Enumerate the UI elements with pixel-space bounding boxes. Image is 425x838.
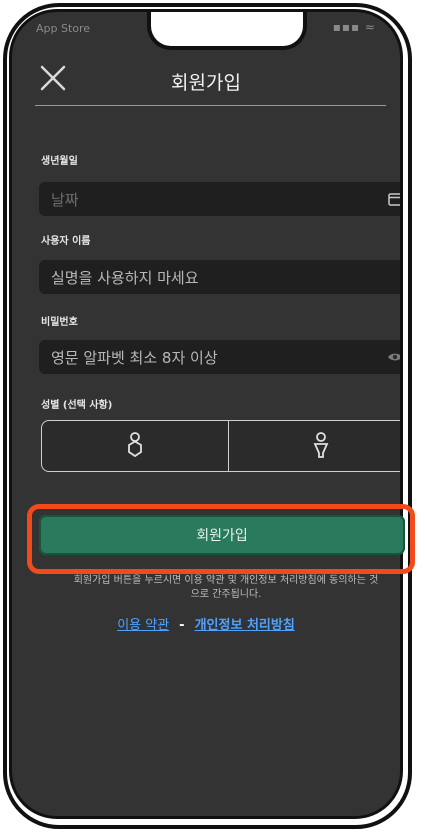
gender-label: 성별 (선택 사항) [41,400,113,411]
username-placeholder: 실명을 사용하지 마세요 [51,268,199,287]
notch [147,12,307,50]
phone-screen: App Store ▪▪▪ ≈ 회원가입 생년월일 날짜 사용자 이름 실명을 … [9,9,403,819]
terms-notice: 회원가입 버튼을 누르시면 이용 약관 및 개인정보 처리방침에 동의하는 것으… [73,575,379,600]
terms-separator: - [179,618,185,633]
terms-of-service-link[interactable]: 이용 약관 [117,618,169,633]
username-field[interactable]: 실명을 사용하지 마세요 [39,260,400,294]
header-divider [35,105,386,106]
password-placeholder: 영문 알파벳 최소 8자 이상 [51,348,218,367]
female-icon [313,432,329,458]
privacy-policy-link[interactable]: 개인정보 처리방침 [195,618,295,633]
gender-option-male[interactable] [42,421,228,471]
status-carrier: App Store [36,22,91,35]
page-title: 회원가입 [171,72,241,94]
signup-highlight-frame [27,504,415,574]
status-signal: ▪▪▪ ≈ [332,20,376,34]
username-label: 사용자 이름 [41,236,91,247]
password-label: 비밀번호 [41,317,78,328]
gender-selector [41,420,401,472]
terms-links: 이용 약관 - 개인정보 처리방침 [12,614,400,633]
birthdate-placeholder: 날짜 [51,190,79,209]
password-field[interactable]: 영문 알파벳 최소 8자 이상 [39,340,403,374]
birthdate-label: 생년월일 [41,156,78,167]
gender-option-female[interactable] [227,421,401,471]
birthdate-field[interactable]: 날짜 [39,182,403,216]
male-icon [127,432,142,458]
eye-icon[interactable] [387,349,403,365]
calendar-icon[interactable] [387,191,403,207]
